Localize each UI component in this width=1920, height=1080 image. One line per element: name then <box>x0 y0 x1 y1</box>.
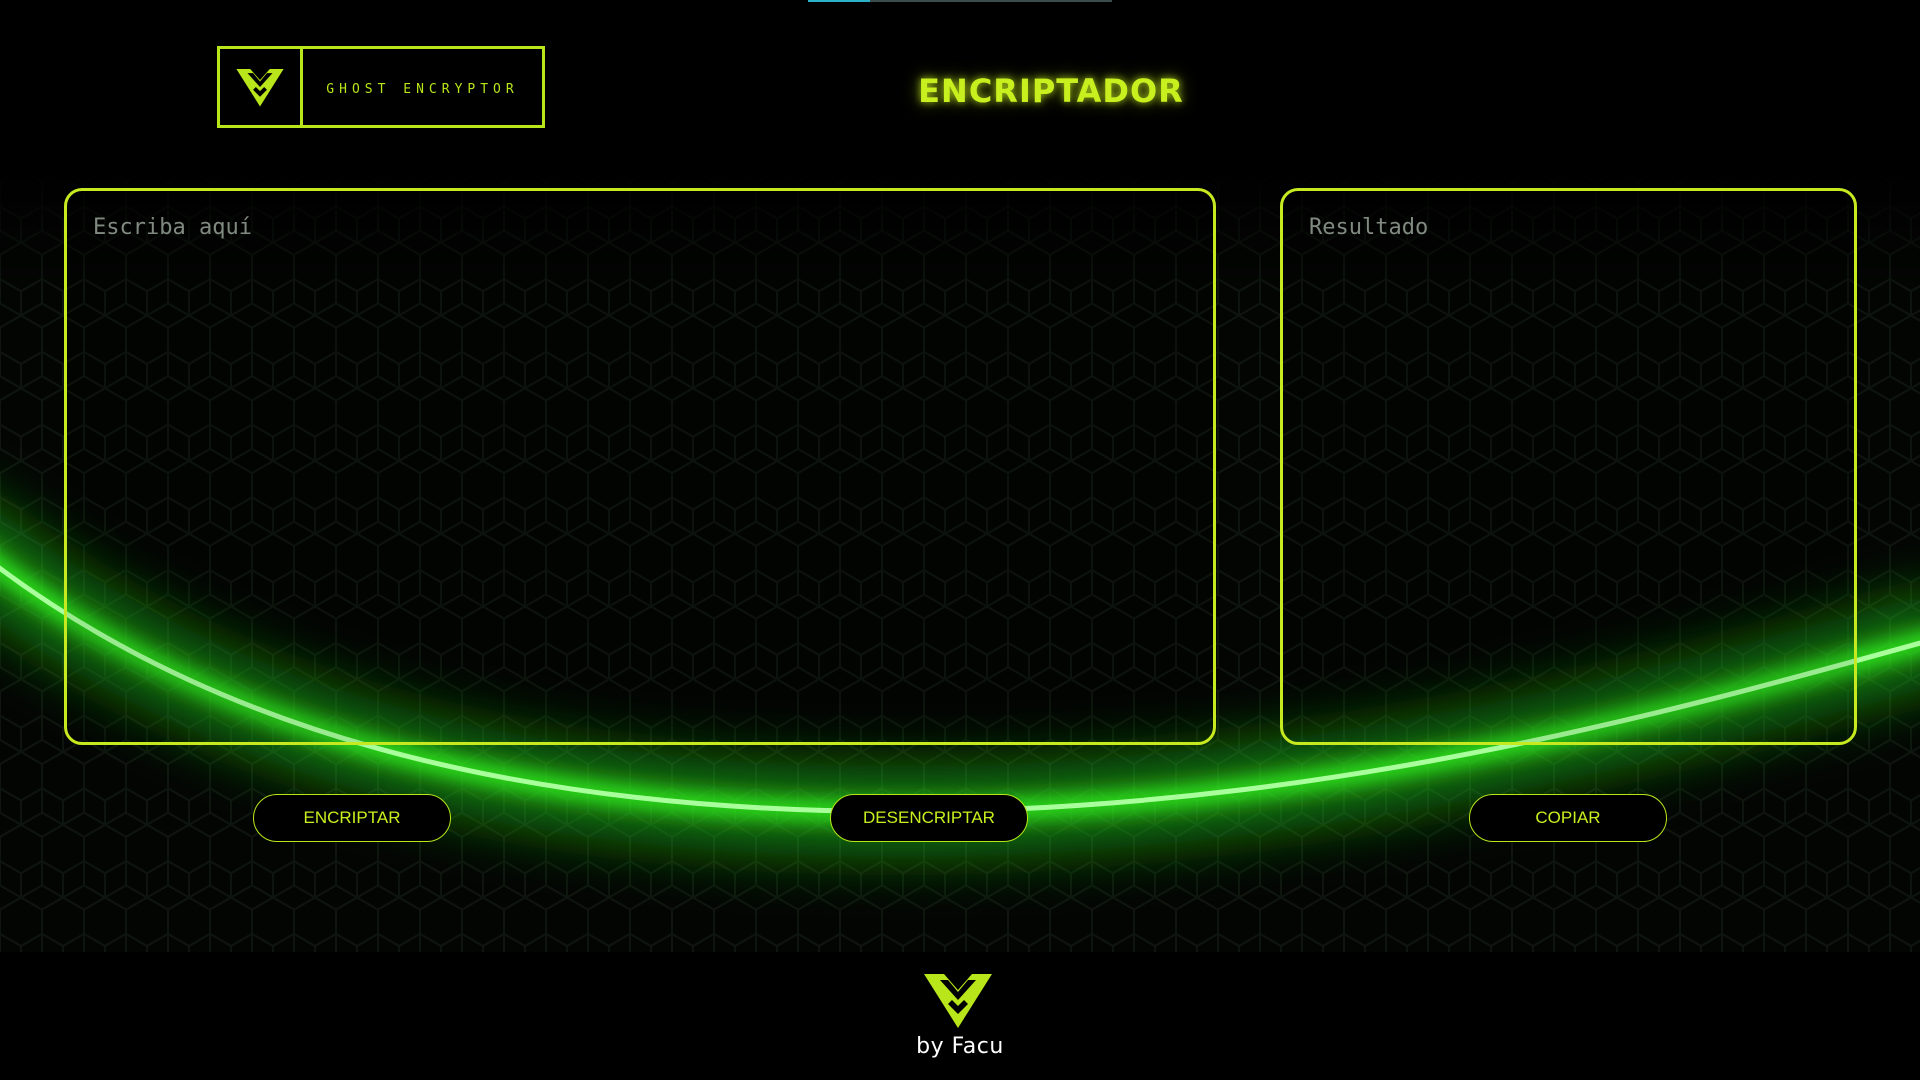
app-page: GHOST ENCRYPTOR ENCRIPTADOR ENCRIPTAR DE… <box>0 0 1920 1080</box>
ghost-logo-icon <box>236 68 284 107</box>
copy-button[interactable]: COPIAR <box>1469 794 1667 842</box>
top-scroll-thumb <box>808 0 870 2</box>
result-textarea[interactable] <box>1280 188 1857 745</box>
page-title: ENCRIPTADOR <box>918 72 1184 110</box>
logo-mark <box>220 49 303 125</box>
encrypt-button[interactable]: ENCRIPTAR <box>253 794 451 842</box>
decrypt-button[interactable]: DESENCRIPTAR <box>830 794 1028 842</box>
brand-logo: GHOST ENCRYPTOR <box>217 46 545 128</box>
logo-text: GHOST ENCRYPTOR <box>326 81 519 97</box>
footer-credit: by Facu <box>916 1034 1004 1059</box>
footer-ghost-logo-icon <box>924 974 992 1028</box>
input-textarea[interactable] <box>64 188 1216 745</box>
